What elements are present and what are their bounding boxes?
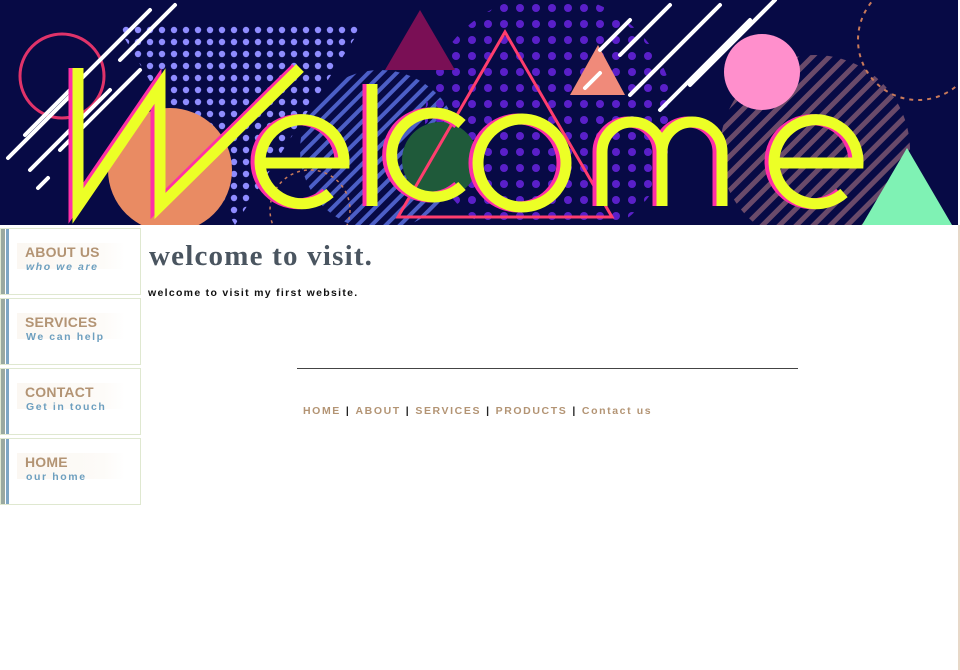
- nav-accent-bar: [6, 439, 9, 504]
- footer-link-about[interactable]: ABOUT: [355, 405, 400, 417]
- sidebar-item-home[interactable]: HOME our home: [0, 438, 141, 505]
- sidebar-item-subtitle: We can help: [26, 331, 105, 343]
- nav-accent-bar: [1, 299, 5, 364]
- sidebar-item-title: HOME: [25, 454, 68, 470]
- footer-separator: |: [405, 405, 411, 417]
- sidebar-item-title: CONTACT: [25, 384, 94, 400]
- nav-accent-bar: [6, 229, 9, 294]
- page-title: welcome to visit.: [149, 240, 374, 272]
- intro-text: welcome to visit my first website.: [148, 287, 359, 299]
- sidebar-item-subtitle: who we are: [26, 261, 99, 273]
- sidebar-item-about-us[interactable]: ABOUT US who we are: [0, 228, 141, 295]
- nav-accent-bar: [6, 369, 9, 434]
- nav-accent-bar: [1, 369, 5, 434]
- sidebar-item-subtitle: our home: [26, 471, 87, 483]
- sidebar-item-title: SERVICES: [25, 314, 98, 330]
- footer-separator: |: [345, 405, 351, 417]
- nav-accent-bar: [1, 439, 5, 504]
- footer-link-home[interactable]: HOME: [303, 405, 341, 417]
- footer-link-products[interactable]: PRODUCTS: [496, 405, 568, 417]
- banner-artwork: [6, 0, 958, 225]
- sidebar-item-title: ABOUT US: [25, 244, 100, 260]
- footer-separator: |: [486, 405, 491, 417]
- divider: [297, 368, 798, 369]
- sidebar-item-services[interactable]: SERVICES We can help: [0, 298, 141, 365]
- footer-separator: |: [572, 405, 577, 417]
- welcome-banner: [0, 0, 958, 225]
- nav-accent-bar: [1, 229, 5, 294]
- footer-link-contact[interactable]: Contact us: [582, 405, 652, 417]
- sidebar-item-contact[interactable]: CONTACT Get in touch: [0, 368, 141, 435]
- sidebar-nav: ABOUT US who we are SERVICES We can help…: [0, 228, 142, 508]
- footer-link-services[interactable]: SERVICES: [415, 405, 481, 417]
- footer-nav: HOME | ABOUT | SERVICES | PRODUCTS | Contact us: [303, 405, 652, 417]
- sidebar-item-subtitle: Get in touch: [26, 401, 107, 413]
- nav-accent-bar: [6, 299, 9, 364]
